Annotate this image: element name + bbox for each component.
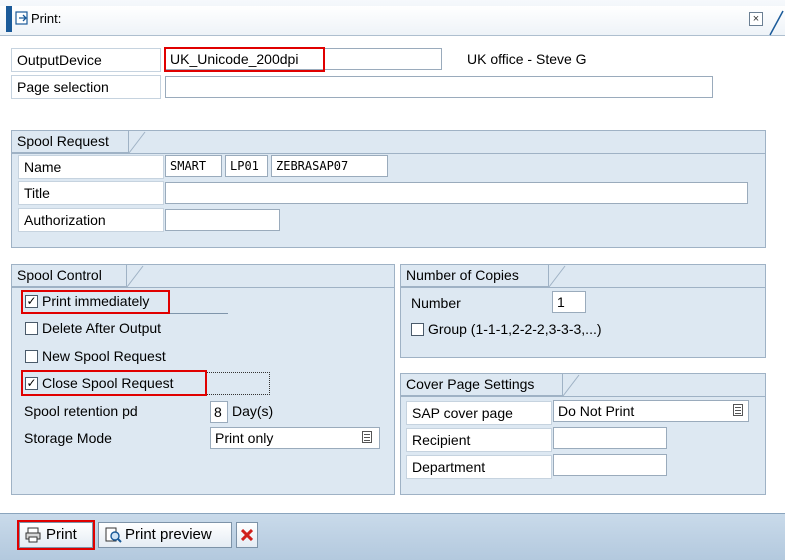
recipient-label: Recipient xyxy=(406,428,552,452)
print-immediately-checkbox[interactable]: ✓ xyxy=(25,295,38,308)
group-copies-label: Group (1-1-1,2-2-2,3-3-3,...) xyxy=(428,321,602,337)
spool-name-part-3[interactable]: ZEBRASAP07 xyxy=(271,155,388,177)
cancel-button[interactable] xyxy=(236,522,258,548)
spool-name-part-1[interactable]: SMART xyxy=(165,155,222,177)
sap-cover-page-select[interactable]: Do Not Print xyxy=(553,400,749,422)
cancel-icon xyxy=(241,529,253,541)
window-title: Print: xyxy=(31,11,62,26)
print-dialog-icon xyxy=(15,11,28,25)
printer-icon xyxy=(25,527,41,543)
storage-mode-value: Print only xyxy=(215,430,274,446)
storage-mode-label: Storage Mode xyxy=(24,430,112,446)
title-decoration xyxy=(769,10,784,36)
delete-after-output-label: Delete After Output xyxy=(42,320,162,336)
spool-name-part-2[interactable]: LP01 xyxy=(225,155,268,177)
close-spool-request-checkbox[interactable]: ✓ xyxy=(25,377,38,390)
output-device-input[interactable]: UK_Unicode_200dpi xyxy=(165,48,442,70)
delete-after-output-checkbox[interactable] xyxy=(25,322,38,335)
spool-retention-unit: Day(s) xyxy=(232,403,274,419)
sap-cover-page-value: Do Not Print xyxy=(558,403,635,419)
number-of-copies-heading: Number of Copies xyxy=(401,265,549,287)
print-preview-button[interactable]: Print preview xyxy=(98,522,232,548)
print-preview-icon xyxy=(105,527,122,543)
heading-slash xyxy=(128,131,146,154)
close-icon[interactable]: × xyxy=(749,12,763,26)
output-device-label: OutputDevice xyxy=(11,48,161,72)
close-spool-request-label: Close Spool Request xyxy=(42,375,174,391)
new-spool-request-label: New Spool Request xyxy=(42,348,166,364)
print-preview-button-label: Print preview xyxy=(125,526,212,543)
storage-mode-select[interactable]: Print only xyxy=(210,427,380,449)
department-label: Department xyxy=(406,455,552,479)
focus-outline xyxy=(205,372,270,395)
output-device-description: UK office - Steve G xyxy=(467,51,587,67)
group-copies-checkbox[interactable] xyxy=(411,323,424,336)
dropdown-icon[interactable] xyxy=(733,404,743,416)
department-input[interactable] xyxy=(553,454,667,476)
heading-slash xyxy=(126,265,144,288)
page-selection-input[interactable] xyxy=(165,76,713,98)
spool-request-heading: Spool Request xyxy=(12,131,129,153)
print-button[interactable]: Print xyxy=(19,522,93,548)
spool-title-label: Title xyxy=(18,181,164,205)
new-spool-request-checkbox[interactable] xyxy=(25,350,38,363)
cover-page-settings-heading: Cover Page Settings xyxy=(401,374,563,396)
number-label: Number xyxy=(411,295,461,311)
underline xyxy=(170,313,228,314)
authorization-label: Authorization xyxy=(18,208,164,232)
spool-name-label: Name xyxy=(18,155,164,179)
title-band xyxy=(0,6,785,36)
number-of-copies-input[interactable]: 1 xyxy=(552,291,586,313)
spool-retention-input[interactable]: 8 xyxy=(210,401,228,423)
spool-control-heading: Spool Control xyxy=(12,265,127,287)
title-accent xyxy=(6,6,12,32)
recipient-input[interactable] xyxy=(553,427,667,449)
title-bar xyxy=(0,0,785,36)
spool-title-input[interactable] xyxy=(165,182,748,204)
sap-cover-page-label: SAP cover page xyxy=(406,401,552,425)
spool-retention-label: Spool retention pd xyxy=(24,403,138,419)
heading-slash xyxy=(548,265,566,288)
page-selection-label: Page selection xyxy=(11,75,161,99)
print-button-label: Print xyxy=(46,526,77,543)
dropdown-icon[interactable] xyxy=(362,431,372,443)
print-immediately-label: Print immediately xyxy=(42,293,150,309)
authorization-input[interactable] xyxy=(165,209,280,231)
heading-slash xyxy=(562,374,580,397)
